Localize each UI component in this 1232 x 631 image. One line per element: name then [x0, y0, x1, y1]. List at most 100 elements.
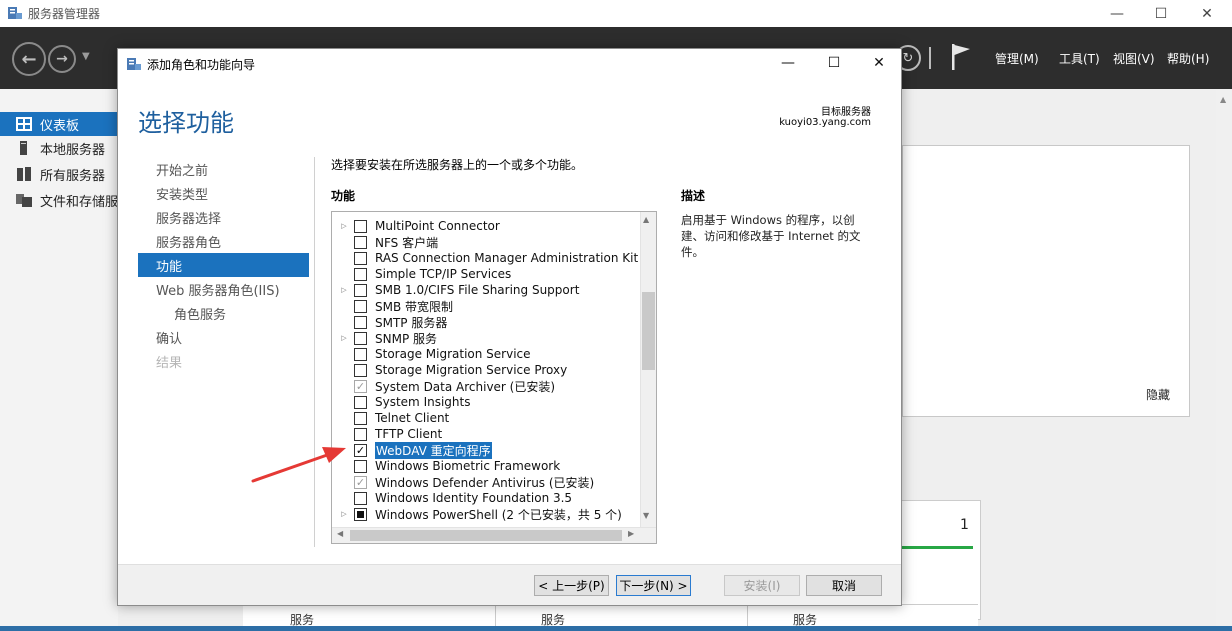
- wizard-titlebar: 添加角色和功能向导 — ☐ ✕: [118, 49, 901, 79]
- feature-row[interactable]: SMTP 服务器: [332, 314, 640, 330]
- expand-arrow-icon[interactable]: ▷: [338, 286, 350, 294]
- nav-item-server-roles[interactable]: 服务器角色: [138, 229, 309, 253]
- feature-checkbox[interactable]: [354, 427, 367, 441]
- feature-row[interactable]: Windows Biometric Framework: [332, 458, 640, 474]
- feature-row[interactable]: Windows Identity Foundation 3.5: [332, 490, 640, 506]
- sidebar-item-dashboard[interactable]: 仪表板: [0, 112, 118, 136]
- nav-item-server-selection[interactable]: 服务器选择: [138, 205, 309, 229]
- feature-row[interactable]: SMB 带宽限制: [332, 298, 640, 314]
- back-button[interactable]: ←: [12, 42, 46, 76]
- close-button[interactable]: ✕: [1184, 0, 1230, 27]
- feature-checkbox[interactable]: [354, 459, 367, 473]
- feature-row[interactable]: ✓ System Data Archiver (已安装): [332, 378, 640, 394]
- expand-arrow-icon[interactable]: ▷: [338, 222, 350, 230]
- feature-label: Windows PowerShell (2 个已安装，共 5 个): [375, 507, 622, 522]
- feature-label: Windows Biometric Framework: [375, 459, 561, 473]
- dashboard-icon: [16, 117, 32, 131]
- feature-row[interactable]: Storage Migration Service Proxy: [332, 362, 640, 378]
- scroll-left-icon[interactable]: ◀: [337, 529, 343, 538]
- feature-row[interactable]: Storage Migration Service: [332, 346, 640, 362]
- cancel-button[interactable]: 取消: [806, 575, 882, 596]
- sidebar-item-local-server[interactable]: 本地服务器: [0, 136, 118, 160]
- feature-row[interactable]: ▷ SNMP 服务: [332, 330, 640, 346]
- menu-tools[interactable]: 工具(T): [1059, 50, 1100, 67]
- next-button[interactable]: 下一步(N) >: [616, 575, 691, 596]
- feature-checkbox[interactable]: ✓: [354, 443, 367, 457]
- tile-status-bar: [901, 546, 973, 549]
- feature-row[interactable]: NFS 客户端: [332, 234, 640, 250]
- feature-row[interactable]: System Insights: [332, 394, 640, 410]
- feature-checkbox[interactable]: [354, 251, 367, 265]
- feature-checkbox[interactable]: [354, 219, 367, 233]
- feature-row[interactable]: ▷ SMB 1.0/CIFS File Sharing Support: [332, 282, 640, 298]
- features-scroll-thumb[interactable]: [642, 292, 655, 370]
- nav-dropdown-icon[interactable]: ▼: [82, 51, 90, 62]
- feature-checkbox[interactable]: [354, 315, 367, 329]
- feature-label: RAS Connection Manager Administration Ki…: [375, 251, 647, 265]
- main-scrollbar[interactable]: [1216, 90, 1232, 631]
- dashboard-tile[interactable]: [901, 500, 981, 620]
- scroll-down-icon[interactable]: ▼: [643, 511, 649, 520]
- target-server-value: kuoyi03.yang.com: [779, 117, 871, 128]
- feature-checkbox[interactable]: [354, 347, 367, 361]
- feature-label: System Insights: [375, 395, 471, 409]
- feature-row[interactable]: ✓ Windows Defender Antivirus (已安装): [332, 474, 640, 490]
- wizard-close-button[interactable]: ✕: [856, 49, 902, 77]
- feature-label: Storage Migration Service: [375, 347, 531, 361]
- features-heading: 功能: [331, 189, 356, 203]
- feature-checkbox[interactable]: [354, 411, 367, 425]
- feature-row[interactable]: RAS Connection Manager Administration Ki…: [332, 250, 647, 266]
- minimize-button[interactable]: —: [1094, 0, 1140, 27]
- wizard-minimize-button[interactable]: —: [765, 49, 811, 77]
- feature-row[interactable]: ✓ WebDAV 重定向程序: [332, 441, 640, 459]
- scroll-right-icon[interactable]: ▶: [628, 529, 634, 538]
- scroll-up-icon[interactable]: ▲: [643, 215, 649, 224]
- feature-checkbox[interactable]: [354, 235, 367, 249]
- nav-item-features[interactable]: 功能: [138, 253, 309, 277]
- notifications-flag-icon[interactable]: [950, 43, 972, 71]
- expand-arrow-icon[interactable]: ▷: [338, 334, 350, 342]
- sidebar-item-all-servers[interactable]: 所有服务器: [0, 162, 118, 186]
- description-text: 启用基于 Windows 的程序，以创建、访问和修改基于 Internet 的文…: [681, 213, 861, 259]
- previous-button[interactable]: < 上一步(P): [534, 575, 609, 596]
- feature-checkbox[interactable]: [354, 283, 367, 297]
- server-manager-sidebar: 仪表板 本地服务器 所有服务器 文件和存储服务: [0, 89, 118, 631]
- feature-checkbox[interactable]: [354, 363, 367, 377]
- wizard-maximize-button[interactable]: ☐: [811, 49, 857, 77]
- feature-label: SMTP 服务器: [375, 315, 448, 330]
- arrow-left-icon: ←: [21, 48, 37, 70]
- features-hscroll-thumb[interactable]: [350, 530, 622, 541]
- menu-manage[interactable]: 管理(M): [995, 50, 1039, 67]
- scroll-up-icon[interactable]: ▲: [1220, 95, 1226, 104]
- nav-item-confirmation[interactable]: 确认: [138, 325, 309, 349]
- refresh-icon: ↻: [902, 50, 914, 66]
- feature-checkbox[interactable]: [354, 267, 367, 281]
- feature-label: SNMP 服务: [375, 331, 437, 346]
- feature-checkbox[interactable]: [354, 507, 367, 521]
- target-server-label: 目标服务器: [821, 107, 871, 118]
- nav-item-web-server-role[interactable]: Web 服务器角色(IIS): [138, 277, 309, 301]
- features-tree[interactable]: ▷ MultiPoint Connector NFS 客户端 RAS Connecti…: [331, 211, 657, 544]
- feature-checkbox[interactable]: [354, 299, 367, 313]
- nav-item-before-you-begin[interactable]: 开始之前: [138, 157, 309, 181]
- feature-checkbox[interactable]: [354, 491, 367, 505]
- feature-row[interactable]: Simple TCP/IP Services: [332, 266, 640, 282]
- nav-item-installation-type[interactable]: 安装类型: [138, 181, 309, 205]
- sidebar-item-file-storage[interactable]: 文件和存储服务: [0, 188, 118, 212]
- feature-row[interactable]: ▷ MultiPoint Connector: [332, 218, 640, 234]
- feature-row[interactable]: TFTP Client: [332, 426, 640, 442]
- feature-checkbox[interactable]: [354, 331, 367, 345]
- menu-help[interactable]: 帮助(H): [1167, 50, 1209, 67]
- maximize-button[interactable]: ☐: [1138, 0, 1184, 27]
- sidebar-item-label: 本地服务器: [40, 142, 106, 158]
- expand-arrow-icon[interactable]: ▷: [338, 510, 350, 518]
- feature-checkbox[interactable]: [354, 395, 367, 409]
- feature-label: Storage Migration Service Proxy: [375, 363, 568, 377]
- hide-link[interactable]: 隐藏: [1146, 386, 1170, 403]
- menu-view[interactable]: 视图(V): [1113, 50, 1155, 67]
- forward-button[interactable]: →: [48, 45, 76, 73]
- nav-item-role-services[interactable]: 角色服务: [138, 301, 309, 325]
- arrow-right-icon: →: [56, 51, 68, 67]
- feature-row[interactable]: Telnet Client: [332, 410, 640, 426]
- feature-row[interactable]: ▷ Windows PowerShell (2 个已安装，共 5 个): [332, 506, 640, 522]
